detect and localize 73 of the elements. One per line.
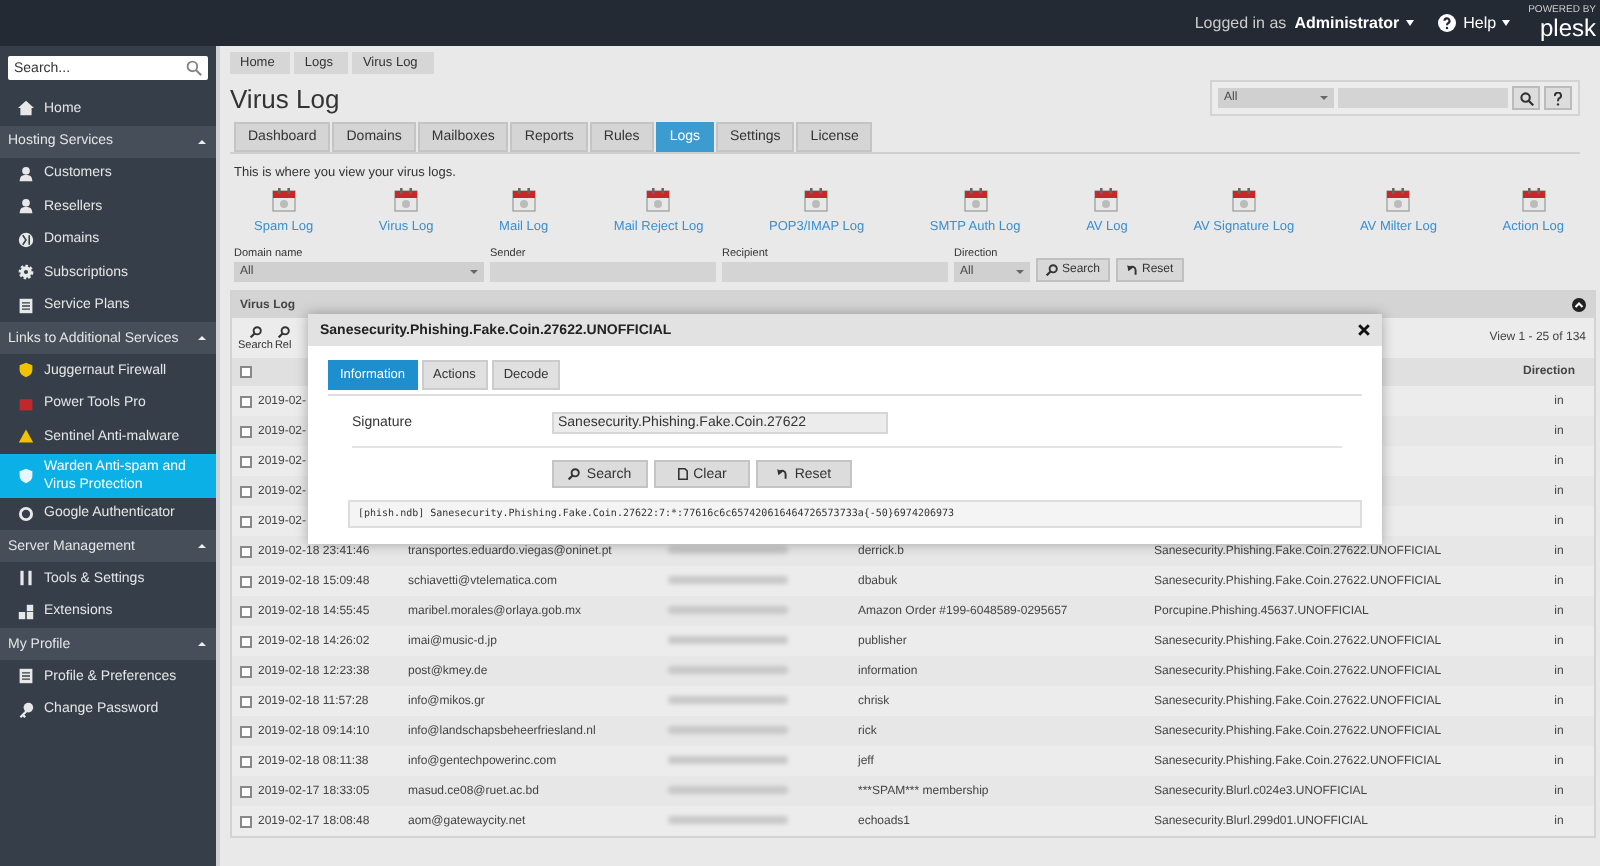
help-icon (1437, 14, 1456, 32)
redacted-text (668, 665, 788, 674)
row-checkbox[interactable] (240, 395, 252, 407)
row-checkbox[interactable] (240, 785, 252, 797)
select-all-checkbox[interactable] (240, 366, 252, 378)
help-menu[interactable]: Help (1463, 14, 1497, 32)
calendar-icon (1521, 188, 1546, 212)
redacted-text (668, 755, 788, 764)
row-checkbox[interactable] (240, 725, 252, 737)
row-checkbox[interactable] (240, 485, 252, 497)
blocks-icon (18, 603, 34, 620)
redacted-text (668, 725, 788, 734)
undo-icon (1126, 264, 1139, 276)
row-checkbox[interactable] (240, 605, 252, 617)
doc-icon (18, 668, 34, 685)
person-icon (18, 198, 34, 215)
person-icon (18, 165, 34, 182)
calendar-icon (1094, 188, 1119, 212)
logo: plesk (1539, 16, 1596, 40)
shield-icon (18, 362, 34, 379)
redacted-text (668, 785, 788, 794)
ring-icon (18, 505, 34, 522)
row-checkbox[interactable] (240, 515, 252, 527)
row-checkbox[interactable] (240, 695, 252, 707)
search-icon (277, 325, 290, 337)
house-icon (18, 100, 34, 117)
redacted-text (668, 575, 788, 584)
calendar-icon (963, 188, 988, 212)
row-checkbox[interactable] (240, 635, 252, 647)
triangle-icon (18, 428, 34, 445)
undo-icon (776, 468, 789, 480)
row-checkbox[interactable] (240, 545, 252, 557)
dropdown-icon (1405, 20, 1414, 26)
document-icon (677, 468, 688, 480)
redacted-text (668, 695, 788, 704)
key-icon (18, 701, 34, 718)
gear-icon (18, 264, 34, 281)
dropdown-icon (1502, 20, 1511, 26)
row-checkbox[interactable] (240, 665, 252, 677)
redacted-text (668, 635, 788, 644)
user-menu[interactable]: Administrator (1294, 14, 1400, 32)
calendar-icon (804, 188, 829, 212)
search-icon (249, 325, 262, 337)
doc-icon (18, 297, 34, 314)
collapse-icon[interactable] (1572, 298, 1586, 312)
row-checkbox[interactable] (240, 425, 252, 437)
help-icon (1554, 91, 1562, 105)
redacted-text (668, 815, 788, 824)
row-checkbox[interactable] (240, 455, 252, 467)
page-title: Virus Log (230, 83, 340, 113)
search-icon (186, 60, 202, 76)
redacted-text (668, 545, 788, 554)
calendar-icon (511, 188, 536, 212)
search-icon (568, 468, 581, 480)
calendar-icon (646, 188, 671, 212)
calendar-icon (1231, 188, 1256, 212)
square-icon (18, 395, 34, 412)
search-field[interactable] (1338, 88, 1508, 108)
help-button[interactable] (1544, 86, 1572, 110)
row-checkbox[interactable] (240, 575, 252, 587)
search-icon (1046, 264, 1058, 276)
shield-icon (18, 467, 34, 484)
close-icon[interactable] (1358, 324, 1370, 336)
calendar-icon (1386, 188, 1411, 212)
search-button[interactable] (1512, 86, 1540, 110)
logged-in-label: Logged in as (1194, 14, 1287, 32)
row-checkbox[interactable] (240, 755, 252, 767)
redacted-text (668, 605, 788, 614)
calendar-icon (394, 188, 419, 212)
search-icon (1519, 91, 1533, 105)
bars-icon (18, 570, 34, 587)
row-checkbox[interactable] (240, 815, 252, 827)
calendar-icon (271, 188, 296, 212)
